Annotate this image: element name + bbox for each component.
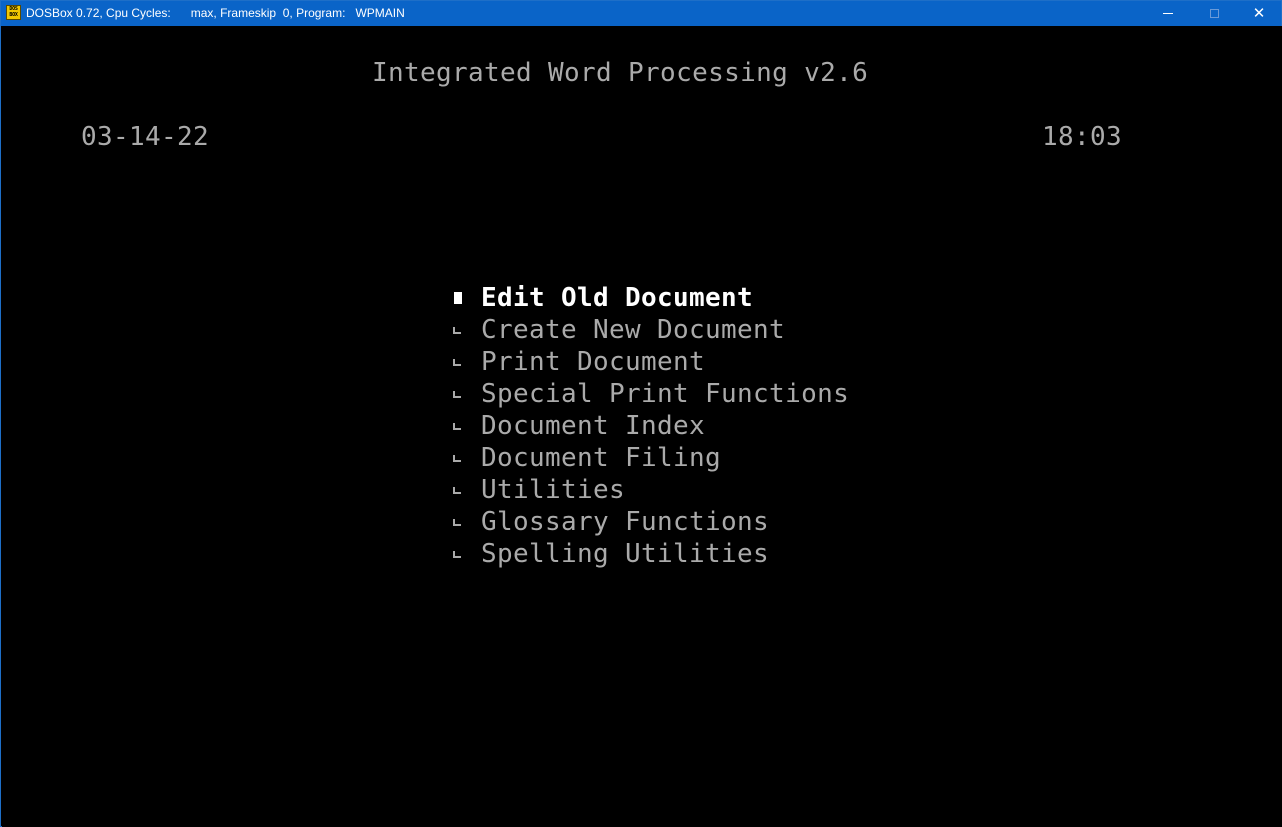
menu-marker-icon: [449, 474, 479, 506]
menu-marker-icon: [449, 314, 479, 346]
app-title: Integrated Word Processing v2.6: [372, 58, 869, 88]
menu-item-edit-old-document[interactable]: Edit Old Document: [449, 282, 869, 314]
menu-item-label: Edit Old Document: [481, 283, 754, 313]
menu-marker-icon: [449, 442, 479, 474]
maximize-icon: [1209, 9, 1219, 18]
menu-item-label: Spelling Utilities: [481, 539, 770, 569]
time-display: 18:03: [1042, 122, 1123, 152]
menu-item-label: Utilities: [481, 475, 626, 505]
close-button[interactable]: ✕: [1236, 1, 1282, 26]
menu-marker-icon: [449, 506, 479, 538]
icon-text-bottom: BOX: [9, 12, 18, 18]
dos-screen[interactable]: Integrated Word Processing v2.6 03-14-22…: [2, 26, 1282, 827]
menu-item-document-index[interactable]: Document Index: [449, 410, 869, 442]
bullet-icon: [454, 292, 462, 304]
menu-item-label: Glossary Functions: [481, 507, 770, 537]
menu-item-create-new-document[interactable]: Create New Document: [449, 314, 869, 346]
maximize-button[interactable]: [1191, 1, 1237, 26]
minimize-button[interactable]: [1145, 1, 1191, 26]
corner-icon: [453, 551, 461, 558]
title-bar[interactable]: DOS BOX DOSBox 0.72, Cpu Cycles: max, Fr…: [1, 1, 1281, 26]
corner-icon: [453, 519, 461, 526]
menu-item-special-print-functions[interactable]: Special Print Functions: [449, 378, 869, 410]
menu-item-document-filing[interactable]: Document Filing: [449, 442, 869, 474]
dosbox-window: DOS BOX DOSBox 0.72, Cpu Cycles: max, Fr…: [0, 0, 1282, 827]
menu-item-print-document[interactable]: Print Document: [449, 346, 869, 378]
corner-icon: [453, 423, 461, 430]
menu-item-label: Document Filing: [481, 443, 722, 473]
corner-icon: [453, 487, 461, 494]
menu-item-label: Document Index: [481, 411, 706, 441]
date-display: 03-14-22: [81, 122, 210, 152]
window-title: DOSBox 0.72, Cpu Cycles: max, Frameskip …: [26, 6, 405, 20]
menu-item-glossary-functions[interactable]: Glossary Functions: [449, 506, 869, 538]
menu-item-utilities[interactable]: Utilities: [449, 474, 869, 506]
dosbox-icon[interactable]: DOS BOX: [6, 5, 21, 20]
corner-icon: [453, 327, 461, 334]
corner-icon: [453, 359, 461, 366]
menu-item-label: Create New Document: [481, 315, 786, 345]
menu-item-label: Print Document: [481, 347, 706, 377]
minimize-icon: [1163, 13, 1173, 14]
menu-marker-icon: [449, 346, 479, 378]
corner-icon: [453, 391, 461, 398]
close-icon: ✕: [1252, 4, 1266, 22]
corner-icon: [453, 455, 461, 462]
main-menu: Edit Old Document Create New Document Pr…: [449, 282, 869, 570]
menu-item-label: Special Print Functions: [481, 379, 850, 409]
menu-marker-icon: [449, 410, 479, 442]
menu-selection-marker-icon: [449, 282, 479, 314]
menu-marker-icon: [449, 378, 479, 410]
menu-item-spelling-utilities[interactable]: Spelling Utilities: [449, 538, 869, 570]
menu-marker-icon: [449, 538, 479, 570]
